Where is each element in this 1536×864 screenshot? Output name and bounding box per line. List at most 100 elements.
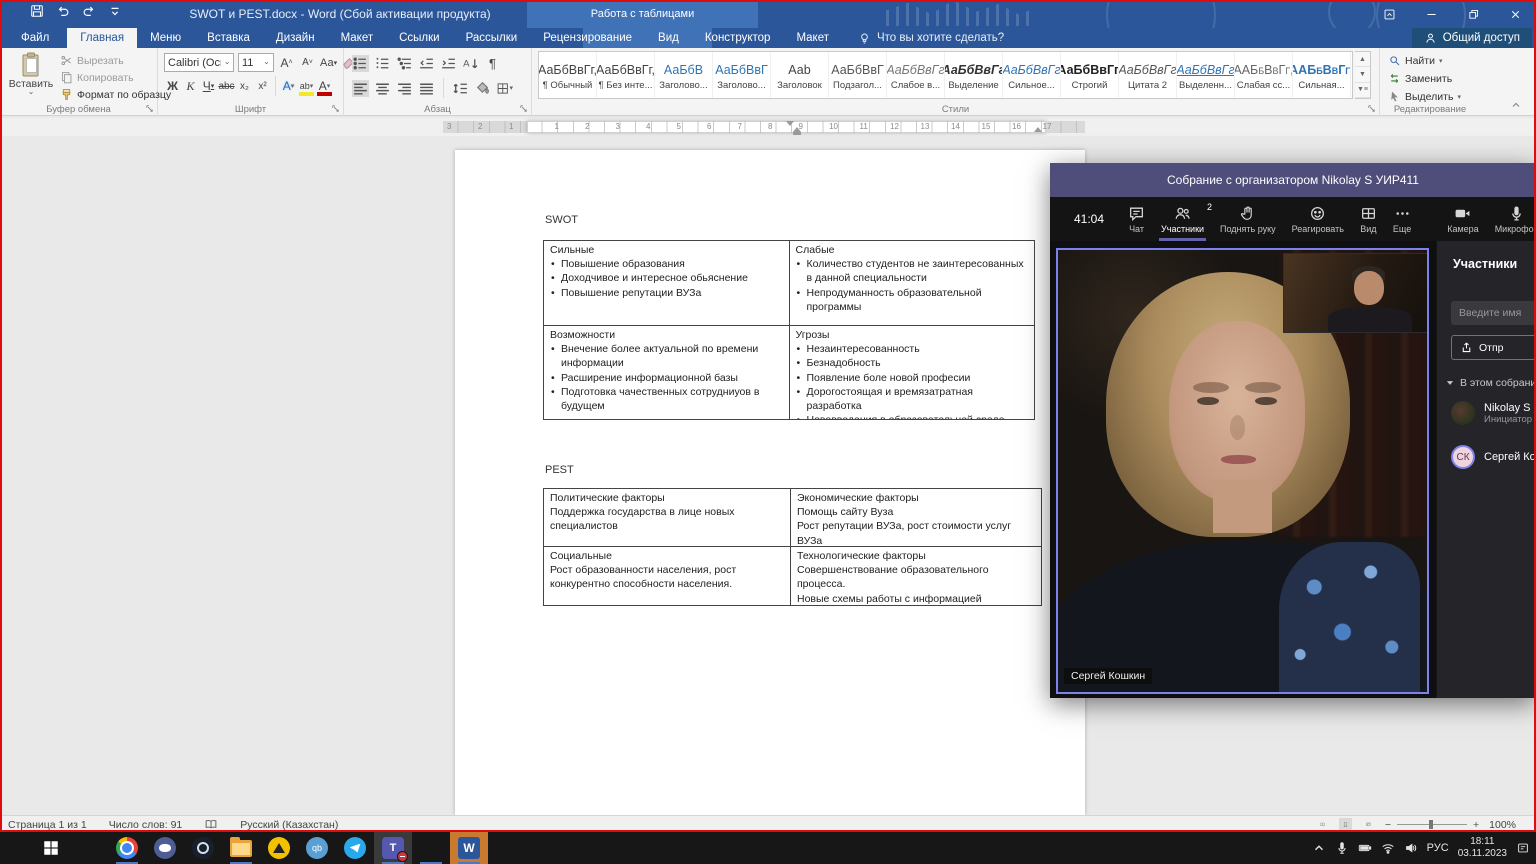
- style--без-инте-[interactable]: АаБбВвГг,¶ Без инте...: [597, 52, 655, 98]
- styles-scroll-down-icon[interactable]: ▼: [1355, 67, 1370, 82]
- web-layout-icon[interactable]: [1362, 818, 1375, 831]
- replace-button[interactable]: Заменить: [1388, 72, 1461, 85]
- paste-button[interactable]: Вставить: [8, 52, 54, 100]
- tab-вставка[interactable]: Вставка: [194, 28, 263, 48]
- participant-row[interactable]: Nikolay S УИР411Инициатор: [1451, 401, 1536, 425]
- restore-button[interactable]: [1452, 0, 1494, 28]
- teams-chat-button[interactable]: Чат: [1120, 197, 1153, 241]
- teams-meeting-window[interactable]: Собрание с организатором Nikolay S УИР41…: [1050, 163, 1536, 698]
- pest-cell[interactable]: Технологические факторыСовершенствование…: [791, 547, 1041, 605]
- style-слабое-в-[interactable]: АаБбВвГгСлабое в...: [887, 52, 945, 98]
- pest-cell[interactable]: СоциальныеРост образованности населения,…: [544, 547, 791, 605]
- style-сильное-[interactable]: АаБбВвГгСильное...: [1003, 52, 1061, 98]
- clock[interactable]: 18:11 03.11.2023: [1458, 836, 1507, 860]
- taskbar-explorer-icon[interactable]: [222, 832, 260, 864]
- tab-конструктор[interactable]: Конструктор: [692, 28, 784, 48]
- taskbar-camera-app-icon[interactable]: [412, 832, 450, 864]
- style-строгий[interactable]: АаБбВвГг,Строгий: [1061, 52, 1119, 98]
- right-indent-marker[interactable]: [1034, 127, 1042, 132]
- horizontal-ruler[interactable]: 3211234567891011121314151617: [0, 118, 1536, 136]
- font-dialog-launcher-icon[interactable]: [330, 103, 341, 114]
- styles-more-icon[interactable]: ▼≡: [1355, 83, 1370, 98]
- style-заголово-[interactable]: АаБбВЗаголово...: [655, 52, 713, 98]
- keyboard-language[interactable]: РУС: [1427, 842, 1449, 854]
- redo-icon[interactable]: [82, 4, 96, 18]
- teams-camera-button[interactable]: Камера: [1439, 197, 1486, 241]
- tray-battery-icon[interactable]: [1358, 841, 1372, 855]
- underline-button[interactable]: Ч▾: [200, 77, 217, 96]
- tab-рассылки[interactable]: Рассылки: [453, 28, 531, 48]
- tray-wifi-icon[interactable]: [1381, 841, 1395, 855]
- zoom-in-icon[interactable]: +: [1473, 819, 1479, 831]
- swot-cell[interactable]: СильныеПовышение образованияДоходчивое и…: [544, 241, 790, 325]
- taskbar-discord-icon[interactable]: [146, 832, 184, 864]
- increase-indent-icon[interactable]: [440, 55, 457, 72]
- tab-рецензирование[interactable]: Рецензирование: [530, 28, 645, 48]
- cut-button[interactable]: Вырезать: [60, 54, 171, 67]
- participant-search-input[interactable]: Введите имя: [1451, 301, 1536, 325]
- highlight-button[interactable]: ab▾: [298, 77, 315, 96]
- proofing-book-icon[interactable]: [204, 818, 218, 831]
- select-button[interactable]: Выделить▾: [1388, 90, 1461, 103]
- styles-scroll-up-icon[interactable]: ▲: [1355, 52, 1370, 67]
- taskbar-telegram-icon[interactable]: [336, 832, 374, 864]
- taskbar-word-icon[interactable]: W: [450, 832, 488, 864]
- teams-raise-hand-button[interactable]: Поднять руку: [1212, 197, 1284, 241]
- first-line-indent-marker[interactable]: [786, 121, 794, 126]
- grow-font-button[interactable]: А˄: [278, 53, 295, 72]
- pest-cell[interactable]: Экономические факторыПомощь сайту ВузаРо…: [791, 489, 1041, 546]
- tray-chevron-up-icon[interactable]: [1312, 841, 1326, 855]
- pest-cell[interactable]: Политические факторыПоддержка государств…: [544, 489, 791, 546]
- swot-cell[interactable]: СлабыеКоличество студентов не заинтересо…: [790, 241, 1035, 325]
- tray-speaker-icon[interactable]: [1404, 841, 1418, 855]
- self-view-video[interactable]: [1283, 253, 1429, 333]
- teams-more-button[interactable]: Еще: [1385, 197, 1419, 241]
- left-indent-marker[interactable]: [793, 132, 801, 135]
- collapse-ribbon-icon[interactable]: [1510, 99, 1522, 111]
- tab-вид[interactable]: Вид: [645, 28, 692, 48]
- qat-customize-icon[interactable]: [108, 4, 122, 18]
- tab-ссылки[interactable]: Ссылки: [386, 28, 453, 48]
- shading-icon[interactable]: [474, 80, 491, 97]
- font-family-select[interactable]: Calibri (Осн: [164, 53, 234, 72]
- style-заголово-[interactable]: АаБбВвГЗаголово...: [713, 52, 771, 98]
- teams-view-button[interactable]: Вид: [1352, 197, 1385, 241]
- superscript-button[interactable]: x²: [254, 77, 271, 96]
- style-заголовок[interactable]: АаbЗаголовок: [771, 52, 829, 98]
- align-left-icon[interactable]: [352, 80, 369, 97]
- zoom-knob[interactable]: [1429, 820, 1433, 829]
- participant-row[interactable]: СКСергей Кошкин: [1451, 445, 1536, 469]
- borders-icon[interactable]: ▾: [496, 80, 513, 97]
- taskbar-media-app-icon[interactable]: [70, 832, 108, 864]
- multilevel-list-icon[interactable]: [396, 55, 413, 72]
- taskbar-chrome-icon[interactable]: [108, 832, 146, 864]
- page-indicator[interactable]: Страница 1 из 1: [8, 819, 87, 831]
- italic-button[interactable]: К: [182, 77, 199, 96]
- clipboard-dialog-launcher-icon[interactable]: [144, 103, 155, 114]
- word-count[interactable]: Число слов: 91: [109, 819, 183, 831]
- find-button[interactable]: Найти▾: [1388, 54, 1461, 67]
- text-effects-button[interactable]: А▾: [280, 77, 297, 96]
- zoom-level[interactable]: 100%: [1489, 819, 1516, 831]
- paragraph-dialog-launcher-icon[interactable]: [518, 103, 529, 114]
- undo-icon[interactable]: [56, 4, 70, 18]
- zoom-out-icon[interactable]: −: [1385, 819, 1391, 831]
- align-right-icon[interactable]: [396, 80, 413, 97]
- decrease-indent-icon[interactable]: [418, 55, 435, 72]
- bold-button[interactable]: Ж: [164, 77, 181, 96]
- taskbar-teams-icon[interactable]: T: [374, 832, 412, 864]
- style--обычный[interactable]: АаБбВвГг,¶ Обычный: [539, 52, 597, 98]
- style-сильная-[interactable]: ААБбВвГг,Сильная...: [1293, 52, 1351, 98]
- line-spacing-icon[interactable]: [452, 80, 469, 97]
- teams-react-button[interactable]: Реагировать: [1284, 197, 1352, 241]
- participant-video[interactable]: Сергей Кошкин: [1056, 248, 1429, 694]
- tab-файл[interactable]: Файл: [8, 28, 67, 48]
- pest-table[interactable]: Политические факторыПоддержка государств…: [543, 488, 1042, 606]
- style-выделенн-[interactable]: АаБбВвГгВыделенн...: [1177, 52, 1235, 98]
- save-icon[interactable]: [30, 4, 44, 18]
- change-case-button[interactable]: Аа▾: [320, 53, 337, 72]
- shrink-font-button[interactable]: А˅: [299, 53, 316, 72]
- zoom-slider[interactable]: − +: [1385, 819, 1479, 831]
- share-invite-button[interactable]: Отпр: [1451, 335, 1536, 360]
- share-button[interactable]: Общий доступ: [1412, 28, 1532, 48]
